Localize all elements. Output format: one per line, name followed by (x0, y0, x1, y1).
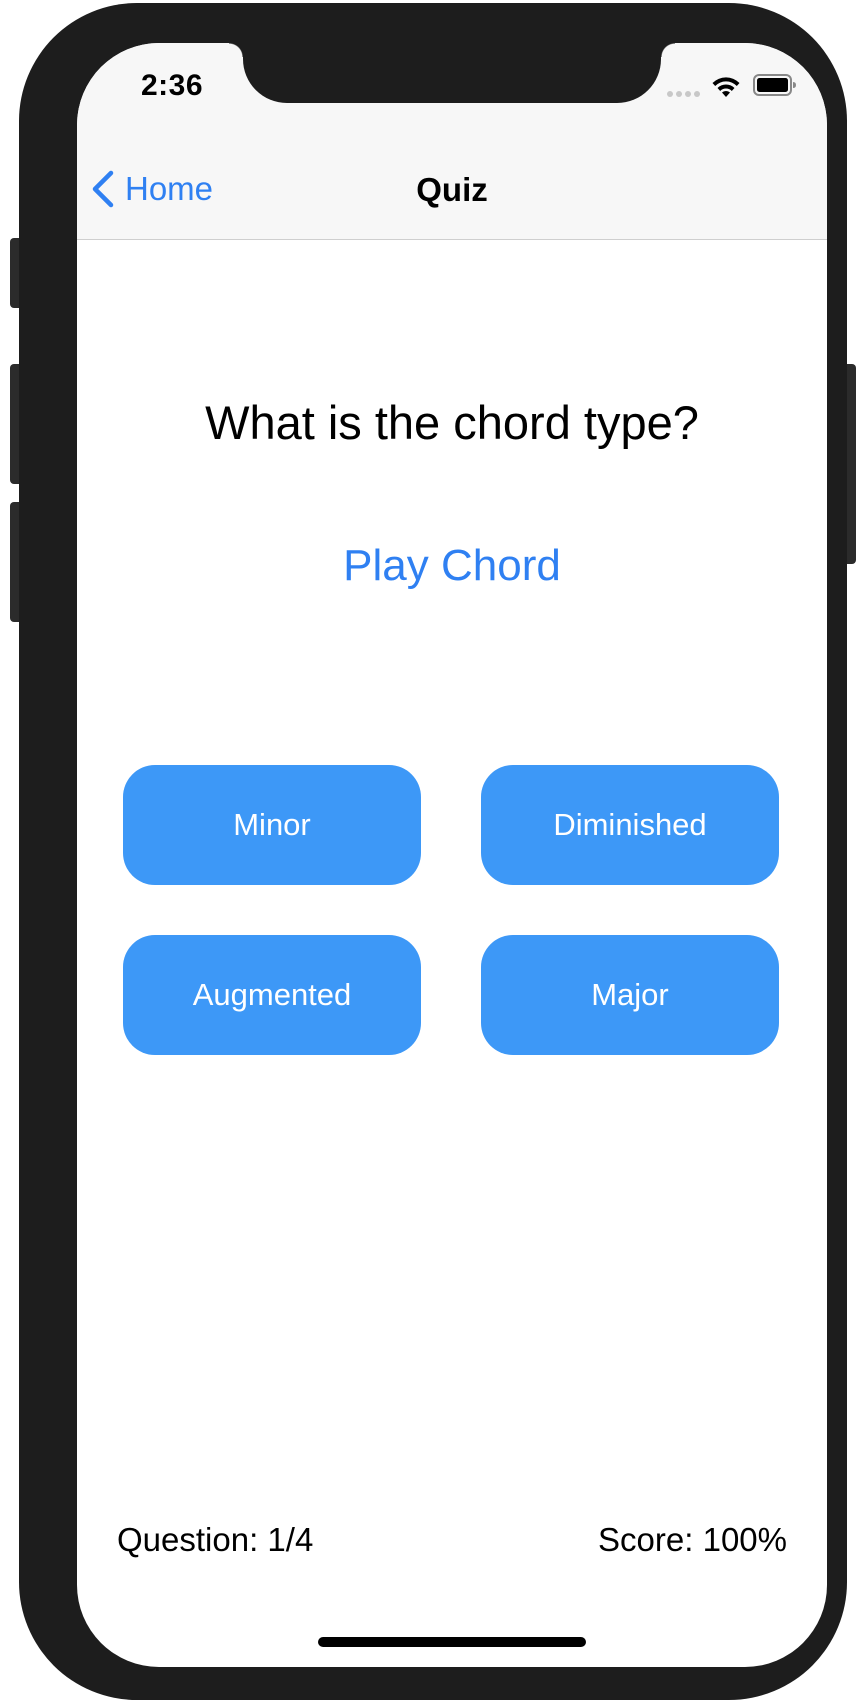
answer-button-diminished[interactable]: Diminished (481, 765, 779, 885)
navigation-bar: Home Quiz (77, 131, 827, 240)
answer-button-major[interactable]: Major (481, 935, 779, 1055)
question-text: What is the chord type? (205, 396, 699, 449)
page-title: Quiz (416, 171, 488, 208)
answer-button-augmented[interactable]: Augmented (123, 935, 421, 1055)
screen: 2:36 Home Quiz What is the chord type? P… (77, 43, 827, 1667)
battery-icon (753, 74, 796, 96)
notch (229, 43, 675, 103)
status-time: 2:36 (141, 69, 204, 102)
answer-button-minor[interactable]: Minor (123, 765, 421, 885)
wifi-icon (712, 77, 740, 97)
cellular-signal-icon (667, 91, 700, 97)
question-progress: Question: 1/4 (117, 1521, 314, 1558)
score-label: Score: 100% (598, 1521, 787, 1558)
play-chord-button[interactable]: Play Chord (77, 541, 827, 591)
home-indicator[interactable] (318, 1637, 586, 1647)
phone-frame: 2:36 Home Quiz What is the chord type? P… (19, 3, 847, 1700)
